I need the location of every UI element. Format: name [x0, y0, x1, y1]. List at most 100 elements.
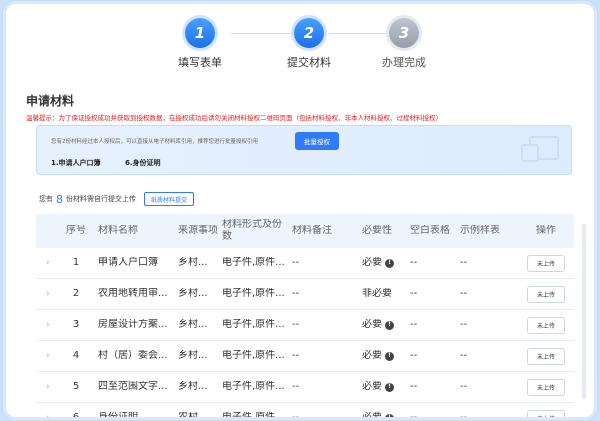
material-name: 身份证明 — [94, 412, 174, 417]
application-window: 1 填写表单 2 提交材料 3 办理完成 申请材料 温馨提示：为了保证授权成功并… — [6, 4, 594, 417]
sample-form: -- — [460, 319, 468, 330]
material-note: -- — [292, 381, 300, 392]
upload-button[interactable]: 未上传 — [527, 254, 565, 272]
row-number: 2 — [72, 288, 80, 299]
column-header-blank: 空白表格 — [410, 225, 450, 236]
expand-chevron-icon[interactable]: › — [36, 350, 58, 362]
table-row[interactable]: › 2 农用地转用审... 乡村... 电子件,原件... -- 非必要 -- -- 未上传 — [36, 279, 574, 310]
info-icon[interactable]: ! — [385, 320, 394, 330]
sample-form: -- — [460, 381, 468, 392]
op-cell: 未上传 — [518, 316, 574, 334]
step-number-icon: 3 — [389, 18, 419, 48]
info-icon[interactable]: ! — [385, 382, 394, 392]
table-row[interactable]: › 5 四至范围文字... 乡村... 电子件,原件... -- 必要! -- -- 未上传 — [36, 372, 574, 403]
section-title: 申请材料 — [26, 94, 75, 108]
material-name: 四至范围文字... — [98, 381, 168, 392]
materials-count: 8 — [56, 192, 63, 206]
step-fill-form: 1 填写表单 — [155, 18, 245, 70]
source-item: 乡村... — [178, 381, 208, 392]
upload-button[interactable]: 未上传 — [527, 409, 565, 417]
expand-chevron-icon[interactable]: › — [36, 381, 58, 393]
material-note: -- — [292, 257, 300, 268]
expand-chevron-icon[interactable]: › — [36, 319, 58, 331]
material-form: 电子件,原件... — [222, 319, 285, 330]
sample-form: -- — [460, 350, 468, 361]
necessity-cell: 必要! — [358, 319, 406, 331]
info-icon[interactable]: ! — [385, 258, 394, 268]
source-item: 农村... — [174, 412, 218, 417]
material-form: 电子件,原件... — [222, 350, 285, 361]
necessity-label: 必要 — [362, 319, 382, 330]
necessity-label: 必要 — [362, 381, 382, 392]
step-submit-materials: 2 提交材料 — [264, 18, 354, 70]
table-row[interactable]: › 1 申请人户口簿 乡村... 电子件,原件... -- 必要! -- -- 未上传 — [36, 248, 574, 279]
material-name: 申请人户口簿 — [98, 257, 158, 268]
upload-button[interactable]: 未上传 — [527, 285, 565, 303]
column-header-op: 操作 — [536, 225, 556, 236]
necessity-label: 非必要 — [362, 288, 392, 299]
blank-form: -- — [410, 381, 418, 392]
step-label: 填写表单 — [178, 56, 222, 69]
upload-button[interactable]: 未上传 — [527, 316, 565, 334]
expand-chevron-icon[interactable]: › — [36, 257, 58, 269]
materials-table: 序号 材料名称 来源事项 材料形式及份数 材料备注 必要性 空白表格 示例样表 … — [36, 214, 574, 417]
count-suffix: 份材料需自行提交上传 — [66, 195, 136, 203]
step-label: 提交材料 — [287, 56, 331, 69]
column-header-source: 来源事项 — [178, 225, 218, 236]
sample-form: -- — [460, 288, 468, 299]
necessity-label: 必要 — [362, 412, 382, 417]
material-note: -- — [288, 412, 358, 417]
op-cell: 未上传 — [518, 285, 574, 303]
table-row[interactable]: › 4 村（居）委会... 乡村... 电子件,原件... -- 必要! -- -- 未上传 — [36, 341, 574, 372]
material-form: 电子件,原件... — [222, 257, 285, 268]
column-header-required: 必要性 — [362, 225, 392, 236]
scrollbar[interactable] — [582, 224, 586, 399]
expand-chevron-icon[interactable]: › — [36, 288, 58, 300]
material-note: -- — [292, 350, 300, 361]
op-cell: 未上传 — [518, 347, 574, 365]
authorization-tip: 您有2份材料经过本人授权后，可以直接从电子材料库引用，推荐您进行批量授权引用 — [51, 139, 259, 145]
step-number-icon: 2 — [294, 18, 324, 48]
necessity-cell: 非必要 — [358, 288, 406, 300]
material-note: -- — [292, 288, 300, 299]
row-number: 6 — [58, 412, 94, 417]
op-cell: 未上传 — [518, 254, 574, 272]
material-name: 农用地转用审... — [98, 288, 168, 299]
necessity-cell: 必要! — [358, 381, 406, 393]
count-prefix: 您有 — [39, 195, 53, 203]
step-complete: 3 办理完成 — [359, 18, 449, 70]
table-header: 序号 材料名称 来源事项 材料形式及份数 材料备注 必要性 空白表格 示例样表 … — [36, 214, 574, 248]
blank-form: -- — [406, 412, 456, 417]
table-body: › 1 申请人户口簿 乡村... 电子件,原件... -- 必要! -- -- 未上传 › 2 农用地转… — [36, 248, 574, 417]
info-icon[interactable]: ! — [385, 351, 394, 361]
op-cell: 未上传 — [518, 409, 574, 417]
column-header-note: 材料备注 — [292, 225, 332, 236]
row-number: 4 — [72, 350, 80, 361]
necessity-cell: 必要! — [358, 412, 406, 417]
authorizable-material: 6.身份证明 — [125, 159, 161, 167]
op-cell: 未上传 — [518, 378, 574, 396]
blank-form: -- — [410, 319, 418, 330]
info-icon[interactable]: ! — [385, 413, 394, 417]
table-row[interactable]: › 3 房屋设计方案... 乡村... 电子件,原件... -- 必要! -- -- 未上传 — [36, 310, 574, 341]
sample-form: -- — [456, 412, 518, 417]
necessity-cell: 必要! — [358, 350, 406, 362]
authorizable-material: 1.申请人户口簿 — [51, 159, 101, 167]
expand-chevron-icon[interactable]: › — [36, 412, 58, 417]
step-number-icon: 1 — [185, 18, 215, 48]
blank-form: -- — [410, 350, 418, 361]
necessity-cell: 必要! — [358, 257, 406, 269]
material-form: 电子件,原件... — [222, 381, 285, 392]
document-illustration-icon — [521, 136, 559, 162]
table-row[interactable]: ›6身份证明农村...电子件,原件...--必要!----未上传 — [36, 403, 574, 417]
material-form: 电子件,原件... — [218, 412, 288, 417]
material-name: 房屋设计方案... — [98, 319, 168, 330]
upload-button[interactable]: 未上传 — [527, 347, 565, 365]
necessity-label: 必要 — [362, 350, 382, 361]
row-number: 5 — [72, 381, 80, 392]
sample-form: -- — [460, 257, 468, 268]
paper-materials-button[interactable]: 纸质材料提交 — [144, 192, 195, 206]
upload-button[interactable]: 未上传 — [527, 378, 565, 396]
column-header-name: 材料名称 — [98, 225, 138, 236]
batch-authorize-button[interactable]: 批量授权 — [295, 132, 339, 150]
